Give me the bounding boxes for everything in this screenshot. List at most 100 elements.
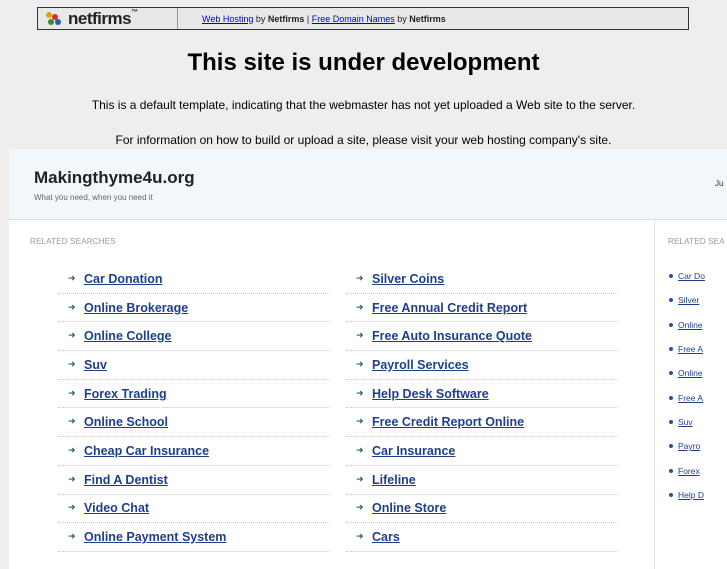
related-search-link[interactable]: Silver Coins (372, 272, 444, 286)
side-link-list: Car Do Silver Online Free A Online Free A Suv P… (669, 264, 727, 507)
netfirms-banner: netfirms™ Web Hosting by Netfirms | Free… (37, 7, 689, 30)
side-search-item[interactable]: Online (669, 361, 727, 385)
related-search-link[interactable]: Cheap Car Insurance (84, 444, 209, 458)
related-search-item[interactable]: ➜ Car Donation (58, 265, 330, 294)
info-text-hosting: For information on how to build or uploa… (115, 133, 612, 147)
parked-page-frame: Makingthyme4u.org What you need, when yo… (9, 149, 727, 569)
side-search-item[interactable]: Silver (669, 288, 727, 312)
side-search-link[interactable]: Forex (678, 466, 700, 476)
related-search-link[interactable]: Online College (84, 329, 172, 343)
related-search-link[interactable]: Video Chat (84, 501, 149, 515)
bullet-dot-icon (669, 395, 673, 400)
related-search-link[interactable]: Online Payment System (84, 530, 226, 544)
related-search-item[interactable]: ➜ Lifeline (346, 466, 618, 495)
netfirms-logo-icon (46, 11, 66, 26)
arrow-right-icon: ➜ (68, 417, 76, 428)
side-search-item[interactable]: Forex (669, 458, 727, 482)
arrow-right-icon: ➜ (68, 302, 76, 313)
related-search-link[interactable]: Suv (84, 358, 107, 372)
page-title: This site is under development (187, 49, 540, 76)
related-search-link[interactable]: Help Desk Software (372, 387, 489, 401)
bullet-dot-icon (669, 419, 673, 424)
section-label: RELATED SEA (668, 237, 725, 246)
side-search-link[interactable]: Help D (678, 490, 704, 500)
related-search-link[interactable]: Free Auto Insurance Quote (372, 329, 532, 343)
bullet-dot-icon (669, 371, 673, 376)
related-search-item[interactable]: ➜ Free Credit Report Online (346, 408, 618, 438)
arrow-right-icon: ➜ (68, 331, 76, 342)
related-search-link[interactable]: Forex Trading (84, 387, 167, 401)
side-search-item[interactable]: Help D (669, 483, 727, 507)
related-search-link[interactable]: Online Brokerage (84, 301, 188, 315)
arrow-right-icon: ➜ (356, 474, 364, 485)
site-date: Ju (715, 179, 724, 188)
free-domain-names-link[interactable]: Free Domain Names (312, 14, 395, 24)
arrow-right-icon: ➜ (356, 417, 364, 428)
side-search-link[interactable]: Free A (678, 344, 703, 354)
side-search-item[interactable]: Online (669, 313, 727, 337)
related-searches-main: RELATED SEARCHES ➜ Car Donation ➜ Online Br… (9, 220, 655, 569)
related-search-link[interactable]: Cars (372, 530, 400, 544)
brand-text: Netfirms (409, 13, 446, 24)
related-search-link[interactable]: Free Credit Report Online (372, 415, 524, 429)
related-search-item[interactable]: ➜ Free Auto Insurance Quote (346, 322, 618, 352)
site-title[interactable]: Makingthyme4u.org (34, 168, 195, 188)
site-tagline: What you need, when you need it (34, 193, 153, 202)
arrow-right-icon: ➜ (68, 359, 76, 370)
related-search-item[interactable]: ➜ Online Store (346, 495, 618, 524)
related-search-item[interactable]: ➜ Silver Coins (346, 265, 618, 294)
arrow-right-icon: ➜ (356, 503, 364, 514)
related-search-item[interactable]: ➜ Online Payment System (58, 523, 330, 552)
arrow-right-icon: ➜ (68, 474, 76, 485)
related-search-link[interactable]: Payroll Services (372, 358, 469, 372)
related-search-item[interactable]: ➜ Cheap Car Insurance (58, 437, 330, 466)
side-search-item[interactable]: Free A (669, 385, 727, 409)
arrow-right-icon: ➜ (68, 388, 76, 399)
side-search-item[interactable]: Payro (669, 434, 727, 458)
related-search-link[interactable]: Online Store (372, 501, 446, 515)
related-search-item[interactable]: ➜ Find A Dentist (58, 466, 330, 495)
related-search-item[interactable]: ➜ Online School (58, 408, 330, 438)
related-search-link[interactable]: Find A Dentist (84, 473, 168, 487)
bullet-dot-icon (669, 468, 673, 473)
related-search-item[interactable]: ➜ Online College (58, 322, 330, 352)
arrow-right-icon: ➜ (68, 532, 76, 543)
related-search-item[interactable]: ➜ Suv (58, 351, 330, 380)
related-search-item[interactable]: ➜ Video Chat (58, 495, 330, 524)
bullet-dot-icon (669, 444, 673, 449)
side-search-link[interactable]: Car Do (678, 271, 705, 281)
bullet-dot-icon (669, 492, 673, 497)
side-search-item[interactable]: Free A (669, 337, 727, 361)
related-search-item[interactable]: ➜ Cars (346, 523, 618, 552)
arrow-right-icon: ➜ (68, 445, 76, 456)
side-search-link[interactable]: Free A (678, 393, 703, 403)
by-text: by (253, 13, 268, 24)
side-search-item[interactable]: Car Do (669, 264, 727, 288)
related-search-link[interactable]: Lifeline (372, 473, 416, 487)
related-search-link[interactable]: Car Donation (84, 272, 162, 286)
side-search-link[interactable]: Silver (678, 295, 699, 305)
side-search-item[interactable]: Suv (669, 410, 727, 434)
side-search-link[interactable]: Suv (678, 417, 693, 427)
side-search-link[interactable]: Payro (678, 441, 700, 451)
related-search-link[interactable]: Car Insurance (372, 444, 455, 458)
related-search-item[interactable]: ➜ Online Brokerage (58, 294, 330, 323)
arrow-right-icon: ➜ (356, 302, 364, 313)
arrow-right-icon: ➜ (356, 388, 364, 399)
related-search-item[interactable]: ➜ Help Desk Software (346, 380, 618, 409)
web-hosting-link[interactable]: Web Hosting (202, 14, 253, 24)
link-column-2: ➜ Silver Coins ➜ Free Annual Credit Report ➜… (346, 265, 618, 552)
link-column-1: ➜ Car Donation ➜ Online Brokerage ➜ Online Co… (58, 265, 330, 552)
related-search-item[interactable]: ➜ Payroll Services (346, 351, 618, 380)
side-search-link[interactable]: Online (678, 320, 703, 330)
netfirms-logo-text: netfirms™ (68, 8, 138, 28)
side-search-link[interactable]: Online (678, 368, 703, 378)
related-search-link[interactable]: Online School (84, 415, 168, 429)
section-label: RELATED SEARCHES (30, 237, 116, 246)
related-search-item[interactable]: ➜ Free Annual Credit Report (346, 294, 618, 323)
related-search-item[interactable]: ➜ Car Insurance (346, 437, 618, 466)
related-search-link[interactable]: Free Annual Credit Report (372, 301, 527, 315)
related-search-item[interactable]: ➜ Forex Trading (58, 380, 330, 409)
netfirms-logo[interactable]: netfirms™ (38, 8, 178, 29)
info-text-template: This is a default template, indicating t… (91, 98, 636, 112)
